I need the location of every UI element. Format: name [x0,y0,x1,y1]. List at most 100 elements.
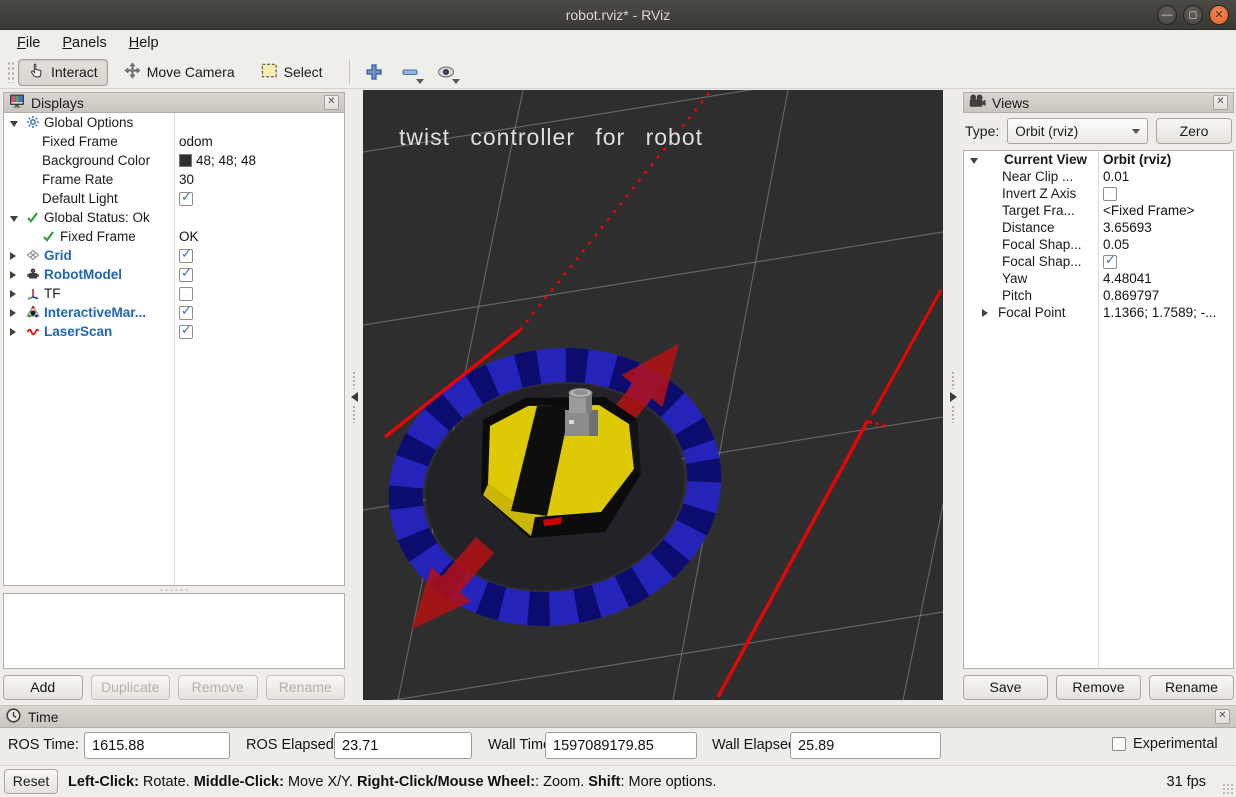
views-row-focal-shap-[interactable]: Focal Shap...0.05 [964,236,1233,253]
views-row-invert-z-axis[interactable]: Invert Z Axis [964,185,1233,202]
views-save-button[interactable]: Save [963,675,1048,700]
property-checkbox[interactable] [179,287,193,301]
time-panel-header[interactable]: Time ✕ [0,706,1236,728]
time-field-input[interactable] [545,732,697,759]
property-checkbox[interactable] [179,306,193,320]
displays-panel-header[interactable]: Displays ✕ [3,92,345,113]
menu-file[interactable]: File [6,32,51,54]
property-value[interactable]: 0.01 [1103,169,1129,184]
expander-down-icon[interactable] [10,121,18,127]
property-value[interactable]: 1.1366; 1.7589; -... [1103,305,1216,320]
views-row-pitch[interactable]: Pitch0.869797 [964,287,1233,304]
property-value[interactable]: 4.48041 [1103,271,1152,286]
experimental-checkbox[interactable] [1112,737,1126,751]
add-tool-icon[interactable] [360,59,388,86]
displays-row-grid[interactable]: Grid [4,246,344,265]
interact-tool-button[interactable]: Interact [18,59,108,86]
menu-help[interactable]: Help [118,32,170,54]
displays-row-fixed-frame[interactable]: Fixed Frame odom [4,132,344,151]
close-button-icon[interactable]: ✕ [1209,5,1229,25]
views-remove-button[interactable]: Remove [1056,675,1141,700]
views-row-near-clip-[interactable]: Near Clip ...0.01 [964,168,1233,185]
expander-down-icon[interactable] [970,158,978,164]
property-checkbox[interactable] [179,325,193,339]
displays-row-laserscan[interactable]: LaserScan [4,322,344,341]
zero-button[interactable]: Zero [1156,118,1232,144]
displays-row-frame-rate[interactable]: Frame Rate30 [4,170,344,189]
collapse-left-handle[interactable] [346,361,362,433]
property-checkbox[interactable] [179,268,193,282]
property-value[interactable]: 0.05 [1103,237,1129,252]
displays-add-button[interactable]: Add [3,675,83,700]
viewport-overlay-text: twist controller for robot [399,124,703,151]
property-checkbox[interactable] [179,192,193,206]
views-rename-button[interactable]: Rename [1149,675,1234,700]
time-field-input[interactable] [84,732,230,759]
views-panel-header[interactable]: Views ✕ [963,92,1234,113]
combobox-arrow-icon [1132,129,1140,134]
property-checkbox[interactable] [179,249,193,263]
collapse-right-arrow-icon[interactable] [950,392,957,402]
expander-right-icon[interactable] [10,309,16,317]
property-label: Fixed Frame [42,134,118,149]
expander-right-icon[interactable] [982,309,988,317]
time-close-icon[interactable]: ✕ [1215,709,1230,724]
expander-right-icon[interactable] [10,290,16,298]
expander-down-icon[interactable] [10,216,18,222]
resize-grip[interactable] [1222,783,1234,795]
displays-row-interactivemar-[interactable]: InteractiveMar... [4,303,344,322]
views-row-yaw[interactable]: Yaw4.48041 [964,270,1233,287]
views-row-focal-point[interactable]: Focal Point1.1366; 1.7589; -... [964,304,1233,321]
minimize-button-icon[interactable]: ― [1157,5,1177,25]
collapse-left-arrow-icon[interactable] [351,392,358,402]
view-type-combobox[interactable]: Orbit (rviz) [1007,118,1148,144]
property-value[interactable]: OK [179,229,199,244]
reset-button[interactable]: Reset [4,769,58,794]
displays-close-icon[interactable]: ✕ [324,95,339,110]
displays-row-default-light[interactable]: Default Light [4,189,344,208]
expander-right-icon[interactable] [10,252,16,260]
time-field-input[interactable] [790,732,941,759]
property-label: LaserScan [44,324,112,339]
property-value[interactable]: 0.869797 [1103,288,1159,303]
views-row-distance[interactable]: Distance3.65693 [964,219,1233,236]
select-tool-label: Select [284,64,323,80]
select-icon [261,62,278,82]
displays-row-global-status-ok[interactable]: Global Status: Ok [4,208,344,227]
collapse-right-handle[interactable] [945,361,961,433]
move-camera-tool-button[interactable]: Move Camera [114,59,245,86]
property-value[interactable]: <Fixed Frame> [1103,203,1195,218]
tool-visibility-icon[interactable] [432,59,460,86]
displays-row-global-options[interactable]: Global Options [4,113,344,132]
views-close-icon[interactable]: ✕ [1213,95,1228,110]
remove-tool-icon[interactable] [396,59,424,86]
time-field-input[interactable] [334,732,472,759]
displays-row-fixed-frame[interactable]: Fixed FrameOK [4,227,344,246]
property-checkbox[interactable] [1103,187,1117,201]
menu-panels[interactable]: Panels [51,32,117,54]
property-value[interactable]: odom [179,134,213,149]
displays-row-tf[interactable]: TF [4,284,344,303]
titlebar[interactable]: robot.rviz* - RViz ― ◻ ✕ [0,0,1236,30]
remove-tool-caret-icon[interactable] [416,79,424,84]
maximize-button-icon[interactable]: ◻ [1183,5,1203,25]
property-value[interactable]: Orbit (rviz) [1103,152,1171,167]
views-row-current-view[interactable]: Current ViewOrbit (rviz) [964,151,1233,168]
displays-splitter[interactable] [3,586,345,593]
displays-row-robotmodel[interactable]: RobotModel [4,265,344,284]
property-value[interactable]: 30 [179,172,194,187]
property-checkbox[interactable] [1103,255,1117,269]
expander-right-icon[interactable] [10,271,16,279]
tool-visibility-caret-icon[interactable] [452,79,460,84]
displays-row-background-color[interactable]: Background Color48; 48; 48 [4,151,344,170]
expander-right-icon[interactable] [10,328,16,336]
property-value[interactable]: 48; 48; 48 [179,153,256,168]
toolbar-grip[interactable] [7,61,14,83]
views-row-target-fra-[interactable]: Target Fra...<Fixed Frame> [964,202,1233,219]
displays-buttons-row: AddDuplicateRemoveRename [3,669,345,700]
property-value[interactable]: 3.65693 [1103,220,1152,235]
3d-viewport[interactable]: twist controller for robot [363,90,943,700]
views-row-focal-shap-[interactable]: Focal Shap... [964,253,1233,270]
select-tool-button[interactable]: Select [251,59,333,86]
property-label: Global Options [44,115,133,130]
